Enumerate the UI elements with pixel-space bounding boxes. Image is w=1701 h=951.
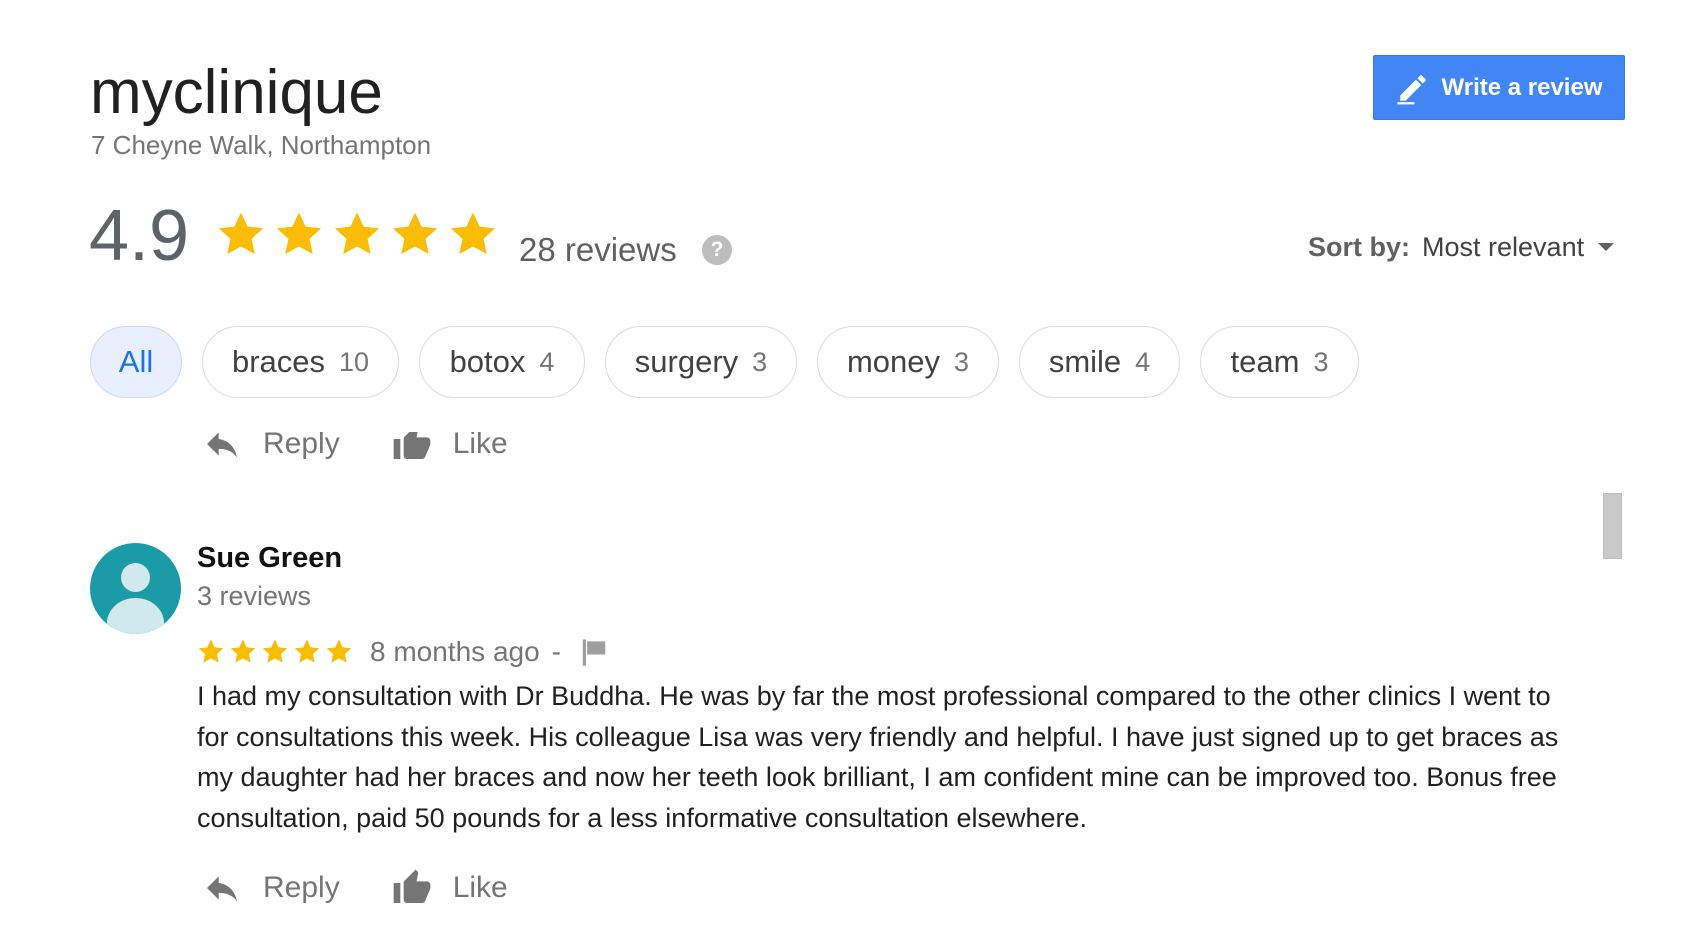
average-rating: 4.9 <box>89 196 190 276</box>
rating-stars <box>214 208 500 262</box>
filter-chip-label: money <box>846 344 940 379</box>
business-name: myclinique <box>90 58 383 127</box>
review-body: I had my consultation with Dr Buddha. He… <box>197 681 1559 833</box>
flag-icon[interactable] <box>579 637 609 667</box>
star-icon <box>326 639 352 663</box>
filter-chip-smile[interactable]: smile 4 <box>1019 326 1180 398</box>
reply-button[interactable]: Reply <box>200 432 340 464</box>
like-label: Like <box>452 432 508 460</box>
thumbs-up-icon <box>393 869 431 903</box>
avatar[interactable] <box>90 543 181 634</box>
review-time: 8 months ago <box>370 636 540 667</box>
previous-review-actions: Reply Like <box>200 432 600 472</box>
sort-label: Sort by: <box>1308 232 1411 262</box>
filter-chip-label: smile <box>1048 344 1122 379</box>
scrollbar-thumb[interactable] <box>1603 493 1622 559</box>
filter-chip-label: botox <box>449 344 526 379</box>
filter-chip-count: 3 <box>1313 346 1329 377</box>
filter-chip-label: braces <box>231 344 325 379</box>
reviewer-review-count: 3 reviews <box>197 581 312 611</box>
filter-chip-count: 4 <box>1135 346 1151 377</box>
reviews-panel: myclinique 7 Cheyne Walk, Northampton Wr… <box>0 0 1701 951</box>
business-address: 7 Cheyne Walk, Northampton <box>91 130 432 160</box>
filter-chip-label: team <box>1230 344 1300 379</box>
filter-chip-all[interactable]: All <box>90 326 182 398</box>
reviewer-name[interactable]: Sue Green <box>197 542 342 575</box>
star-icon <box>230 639 256 663</box>
write-review-label: Write a review <box>1441 73 1603 101</box>
reply-label: Reply <box>263 871 340 904</box>
review-meta: 8 months ago - <box>196 634 609 670</box>
filter-chip-count: 3 <box>954 346 970 377</box>
filter-chip-count: 10 <box>339 346 370 377</box>
star-icon <box>198 639 224 663</box>
star-icon <box>262 639 288 663</box>
avatar-body <box>107 598 164 634</box>
reply-icon <box>207 432 237 458</box>
like-button[interactable]: Like <box>390 868 508 908</box>
filter-chip-team[interactable]: team 3 <box>1200 326 1359 398</box>
like-button[interactable]: Like <box>390 432 508 464</box>
separator: - <box>551 636 561 667</box>
review-actions: Reply Like <box>200 868 508 908</box>
filter-chip-surgery[interactable]: surgery 3 <box>605 326 797 398</box>
filter-chip-botox[interactable]: botox 4 <box>419 326 585 398</box>
star-icon <box>294 639 320 663</box>
filter-chip-label: surgery <box>634 344 739 379</box>
star-icon <box>334 212 380 255</box>
filter-chip-braces[interactable]: braces 10 <box>202 326 399 398</box>
avatar-head <box>121 563 150 592</box>
write-review-button[interactable]: Write a review <box>1373 55 1625 120</box>
filter-chip-count: 4 <box>539 346 555 377</box>
star-icon <box>392 212 438 255</box>
filter-chip-money[interactable]: money 3 <box>817 326 999 398</box>
review-stars <box>196 637 354 667</box>
reply-button[interactable]: Reply <box>200 868 340 908</box>
star-icon <box>450 212 496 255</box>
star-icon <box>276 212 322 255</box>
like-label: Like <box>452 871 508 904</box>
sort-control[interactable]: Sort by: Most relevant <box>1308 230 1615 264</box>
total-reviews-link[interactable]: 28 reviews <box>519 230 677 270</box>
sort-dropdown[interactable]: Most relevant <box>1422 230 1584 264</box>
filter-chip-label: All <box>118 344 154 379</box>
thumbs-up-icon <box>393 432 431 459</box>
reply-icon <box>207 876 237 902</box>
help-icon[interactable]: ? <box>702 235 732 265</box>
reply-label: Reply <box>263 432 340 460</box>
star-icon <box>218 212 264 255</box>
filter-chip-count: 3 <box>752 346 768 377</box>
chevron-down-icon[interactable] <box>1598 243 1615 251</box>
pencil-icon <box>1396 74 1426 104</box>
